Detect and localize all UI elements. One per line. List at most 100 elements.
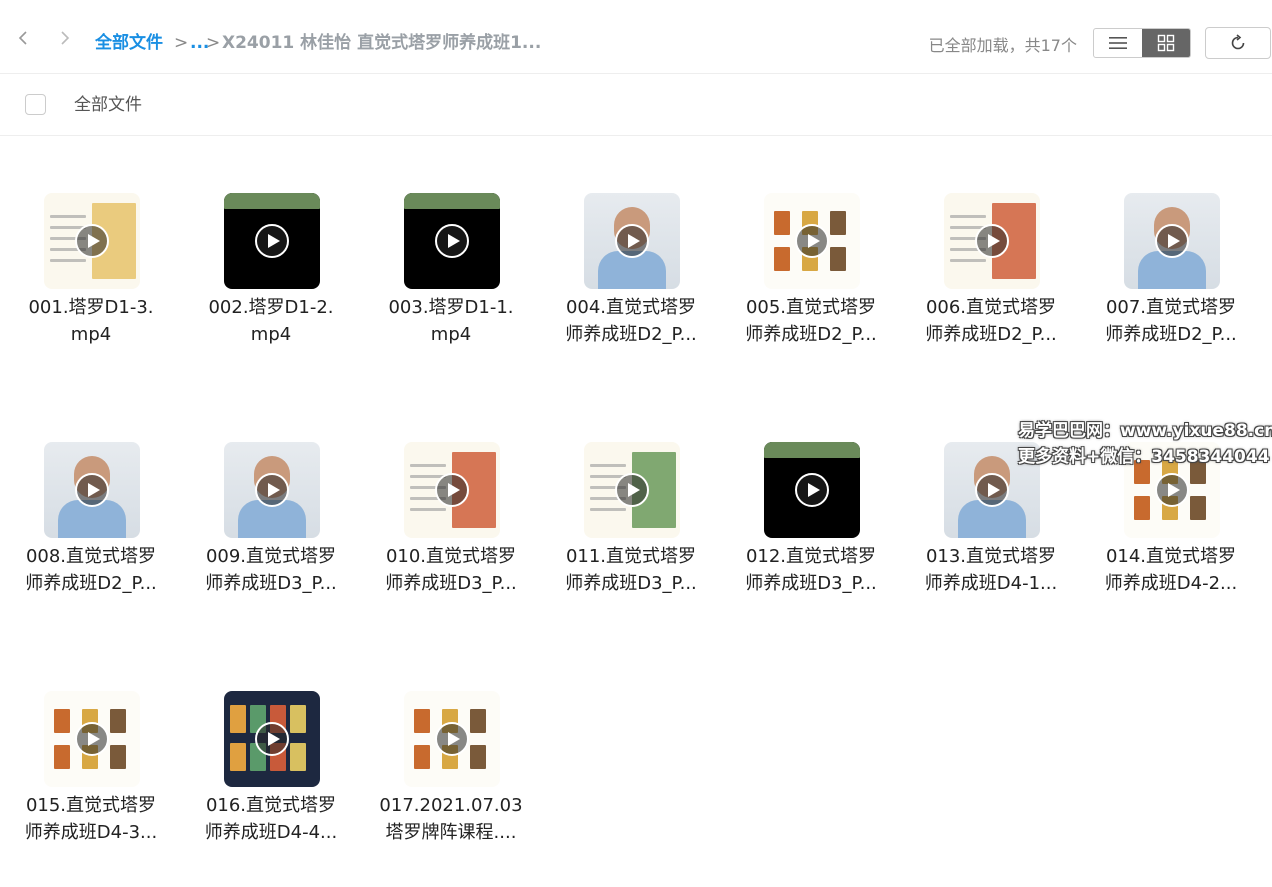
file-name[interactable]: 012.直觉式塔罗 师养成班D3_P...	[721, 543, 901, 597]
file-name-line-1: 003.塔罗D1-1.	[388, 297, 514, 318]
file-name[interactable]: 013.直觉式塔罗 师养成班D4-1...	[901, 543, 1081, 597]
video-thumbnail[interactable]	[224, 193, 320, 289]
thumb-text-line	[590, 464, 626, 467]
grid-view-button[interactable]	[1142, 29, 1190, 57]
file-grid: 001.塔罗D1-3. mp4 002.塔罗D1-2. mp4 003.塔罗D1-1. m…	[0, 136, 1272, 887]
file-item[interactable]: 002.塔罗D1-2. mp4	[181, 136, 361, 366]
file-name[interactable]: 010.直觉式塔罗 师养成班D3_P...	[361, 543, 541, 597]
file-name[interactable]: 014.直觉式塔罗 师养成班D4-2...	[1081, 543, 1261, 597]
file-item[interactable]: 004.直觉式塔罗 师养成班D2_P...	[541, 136, 721, 366]
thumb-tarot-card	[414, 745, 430, 769]
video-thumbnail[interactable]	[404, 193, 500, 289]
back-icon[interactable]	[15, 30, 31, 46]
file-item[interactable]: 005.直觉式塔罗 师养成班D2_P...	[721, 136, 901, 366]
breadcrumb-root[interactable]: 全部文件	[95, 30, 163, 56]
thumb-tarot-card	[774, 247, 790, 271]
thumb-video-strip	[224, 193, 320, 209]
file-name-line-1: 011.直觉式塔罗	[565, 546, 697, 567]
file-name[interactable]: 006.直觉式塔罗 师养成班D2_P...	[901, 294, 1081, 348]
play-icon	[255, 224, 289, 258]
file-name[interactable]: 003.塔罗D1-1. mp4	[361, 294, 541, 348]
select-all-checkbox[interactable]	[25, 94, 46, 115]
video-thumbnail[interactable]	[44, 442, 140, 538]
video-thumbnail[interactable]	[404, 691, 500, 787]
file-name-line-1: 001.塔罗D1-3.	[28, 297, 154, 318]
file-name[interactable]: 002.塔罗D1-2. mp4	[181, 294, 361, 348]
thumb-text-line	[50, 259, 86, 262]
video-thumbnail[interactable]	[944, 193, 1040, 289]
file-item[interactable]: 003.塔罗D1-1. mp4	[361, 136, 541, 366]
video-thumbnail[interactable]	[44, 691, 140, 787]
file-name-line-2: 师养成班D4-2...	[1104, 573, 1238, 594]
file-name-line-1: 005.直觉式塔罗	[745, 297, 877, 318]
file-name[interactable]: 008.直觉式塔罗 师养成班D2_P...	[1, 543, 181, 597]
file-name[interactable]: 005.直觉式塔罗 师养成班D2_P...	[721, 294, 901, 348]
video-thumbnail[interactable]	[44, 193, 140, 289]
file-name-line-2: 塔罗牌阵课程....	[385, 822, 517, 843]
view-toggle	[1093, 28, 1191, 58]
watermark-line-1: 易学巴巴网：www.yixue88.cn	[1018, 421, 1272, 441]
select-all-label: 全部文件	[74, 95, 142, 115]
file-name[interactable]: 009.直觉式塔罗 师养成班D3_P...	[181, 543, 361, 597]
file-item[interactable]: 001.塔罗D1-3. mp4	[1, 136, 181, 366]
file-name[interactable]: 007.直觉式塔罗 师养成班D2_P...	[1081, 294, 1261, 348]
video-thumbnail[interactable]	[224, 691, 320, 787]
thumb-tarot-card	[470, 745, 486, 769]
video-thumbnail[interactable]	[224, 442, 320, 538]
file-name[interactable]: 017.2021.07.03 塔罗牌阵课程....	[361, 792, 541, 846]
thumb-text-line	[950, 259, 986, 262]
video-thumbnail[interactable]	[584, 193, 680, 289]
file-item[interactable]: 015.直觉式塔罗 师养成班D4-3...	[1, 634, 181, 864]
file-name-line-2: 师养成班D3_P...	[385, 573, 517, 594]
file-name-line-1: 014.直觉式塔罗	[1105, 546, 1237, 567]
file-name-line-1: 016.直觉式塔罗	[205, 795, 337, 816]
file-item[interactable]: 008.直觉式塔罗 师养成班D2_P...	[1, 385, 181, 615]
file-name-line-2: 师养成班D3_P...	[205, 573, 337, 594]
file-name-line-1: 007.直觉式塔罗	[1105, 297, 1237, 318]
video-thumbnail[interactable]	[764, 193, 860, 289]
selection-bar: 全部文件	[0, 74, 1272, 136]
file-item[interactable]: 007.直觉式塔罗 师养成班D2_P...	[1081, 136, 1261, 366]
file-name-line-2: mp4	[250, 324, 292, 345]
file-name[interactable]: 015.直觉式塔罗 师养成班D4-3...	[1, 792, 181, 846]
watermark-line-2: 更多资料+微信：3458344044	[1018, 447, 1270, 467]
file-name[interactable]: 016.直觉式塔罗 师养成班D4-4...	[181, 792, 361, 846]
video-thumbnail[interactable]	[404, 442, 500, 538]
file-item[interactable]: 010.直觉式塔罗 师养成班D3_P...	[361, 385, 541, 615]
grid-icon	[1157, 34, 1175, 52]
video-thumbnail[interactable]	[584, 442, 680, 538]
file-name-line-2: 师养成班D2_P...	[1105, 324, 1237, 345]
list-view-button[interactable]	[1094, 29, 1142, 57]
play-icon	[975, 224, 1009, 258]
file-item[interactable]: 006.直觉式塔罗 师养成班D2_P...	[901, 136, 1081, 366]
file-name[interactable]: 001.塔罗D1-3. mp4	[1, 294, 181, 348]
file-name-line-1: 010.直觉式塔罗	[385, 546, 517, 567]
refresh-button[interactable]	[1205, 27, 1271, 59]
thumb-tarot-card	[110, 709, 126, 733]
play-icon	[435, 473, 469, 507]
video-thumbnail[interactable]	[764, 442, 860, 538]
play-icon	[615, 224, 649, 258]
forward-icon[interactable]	[57, 30, 73, 46]
play-icon	[615, 473, 649, 507]
file-name-line-2: mp4	[70, 324, 112, 345]
file-item[interactable]: 012.直觉式塔罗 师养成班D3_P...	[721, 385, 901, 615]
thumb-video-strip	[764, 442, 860, 458]
file-item[interactable]: 009.直觉式塔罗 师养成班D3_P...	[181, 385, 361, 615]
file-name[interactable]: 004.直觉式塔罗 师养成班D2_P...	[541, 294, 721, 348]
video-thumbnail[interactable]	[1124, 193, 1220, 289]
thumb-tarot-card	[54, 745, 70, 769]
thumb-tarot-card	[1134, 496, 1150, 520]
breadcrumb-current: X24011 林佳怡 直觉式塔罗师养成班1...	[222, 33, 542, 53]
file-name-line-1: 004.直觉式塔罗	[565, 297, 697, 318]
file-item[interactable]: 017.2021.07.03 塔罗牌阵课程....	[361, 634, 541, 864]
file-item[interactable]: 011.直觉式塔罗 师养成班D3_P...	[541, 385, 721, 615]
file-name[interactable]: 011.直觉式塔罗 师养成班D3_P...	[541, 543, 721, 597]
play-icon	[255, 473, 289, 507]
thumb-text-line	[410, 508, 446, 511]
play-icon	[255, 722, 289, 756]
play-icon	[1155, 473, 1189, 507]
thumb-text-line	[410, 464, 446, 467]
file-name-line-2: 师养成班D3_P...	[565, 573, 697, 594]
file-item[interactable]: 016.直觉式塔罗 师养成班D4-4...	[181, 634, 361, 864]
